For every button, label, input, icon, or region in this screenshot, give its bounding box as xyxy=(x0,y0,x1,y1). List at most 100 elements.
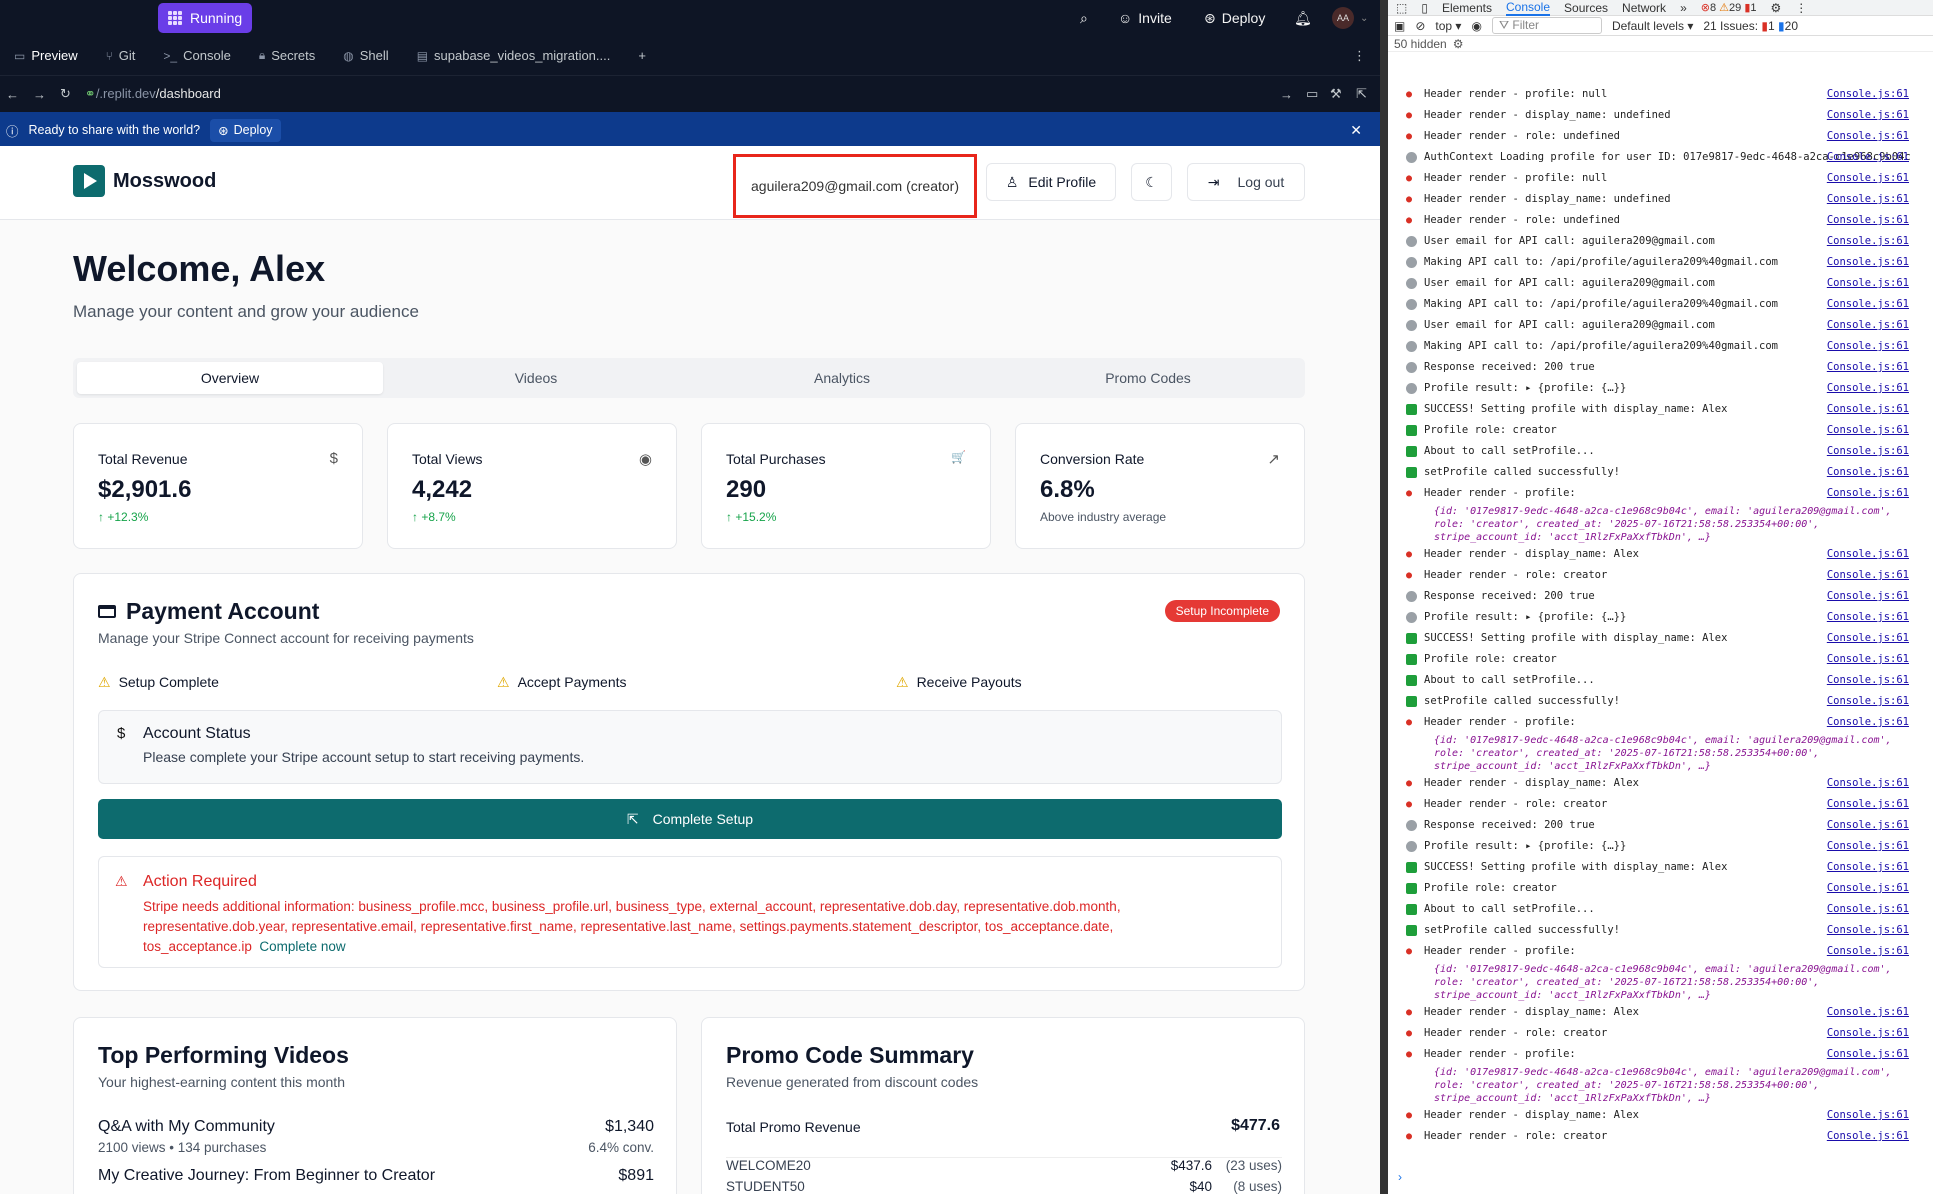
log-source-link[interactable]: Console.js:61 xyxy=(1827,1109,1909,1121)
log-source-link[interactable]: Console.js:61 xyxy=(1827,695,1909,707)
console-log-row[interactable]: {id: '017e9817-9edc-4648-a2ca-c1e968c9b0… xyxy=(1394,506,1929,548)
tab-elements[interactable]: Elements xyxy=(1442,1,1492,15)
console-log-row[interactable]: User email for API call: aguilera209@gma… xyxy=(1394,235,1929,252)
back-icon[interactable]: ← xyxy=(6,87,19,102)
log-source-link[interactable]: Console.js:61 xyxy=(1827,903,1909,915)
eye-icon[interactable]: ◉ xyxy=(1471,19,1481,33)
console-log-row[interactable]: AuthContext Loading profile for user ID:… xyxy=(1394,151,1929,168)
console-log-row[interactable]: {id: '017e9817-9edc-4648-a2ca-c1e968c9b0… xyxy=(1394,1066,1929,1109)
log-source-link[interactable]: Console.js:61 xyxy=(1827,548,1909,560)
complete-setup-button[interactable]: ⇱ Complete Setup xyxy=(98,799,1282,839)
log-source-link[interactable]: Console.js:61 xyxy=(1827,611,1909,623)
tab-analytics[interactable]: Analytics xyxy=(689,362,995,394)
tab-promo-codes[interactable]: Promo Codes xyxy=(995,362,1301,394)
log-source-link[interactable]: Console.js:61 xyxy=(1827,777,1909,789)
tab-videos[interactable]: Videos xyxy=(383,362,689,394)
console-log-row[interactable]: ● Header render - role: creator Console.js… xyxy=(1394,569,1929,586)
console-log-row[interactable]: ● Header render - role: undefined Console.… xyxy=(1394,130,1929,147)
console-log-row[interactable]: setProfile called successfully! Console.j… xyxy=(1394,466,1929,483)
console-log-row[interactable]: User email for API call: aguilera209@gma… xyxy=(1394,319,1929,336)
log-source-link[interactable]: Console.js:61 xyxy=(1827,109,1909,121)
log-source-link[interactable]: Console.js:61 xyxy=(1827,945,1909,957)
console-log-row[interactable]: ● Header render - display_name: Alex Conso… xyxy=(1394,1006,1929,1023)
more-menu-icon[interactable]: ⋮ xyxy=(1795,1,1807,15)
console-log-row[interactable]: Profile role: creator Console.js:61 xyxy=(1394,424,1929,441)
console-log-row[interactable]: ● Header render - display_name: Alex Conso… xyxy=(1394,777,1929,794)
tab-migration-file[interactable]: ▤ supabase_videos_migration.... xyxy=(403,36,625,76)
wrench-icon[interactable]: ⚒ xyxy=(1330,86,1342,102)
console-log-row[interactable]: SUCCESS! Setting profile with display_na… xyxy=(1394,403,1929,420)
invite-button[interactable]: ☺ Invite xyxy=(1118,0,1172,36)
console-prompt-icon[interactable]: › xyxy=(1398,1170,1402,1184)
console-log-row[interactable]: ● Header render - role: creator Console.js… xyxy=(1394,1130,1929,1147)
console-log-row[interactable]: ● Header render - profile: null Console.js… xyxy=(1394,172,1929,189)
log-source-link[interactable]: Console.js:61 xyxy=(1827,1048,1909,1060)
running-button[interactable]: Running xyxy=(158,3,253,33)
log-source-link[interactable]: Console.js:61 xyxy=(1827,569,1909,581)
log-source-link[interactable]: Console.js:61 xyxy=(1827,632,1909,644)
log-object[interactable]: {id: '017e9817-9edc-4648-a2ca-c1e968c9b0… xyxy=(1434,963,1904,1002)
avatar[interactable]: AA ⌄ xyxy=(1332,0,1368,36)
sidebar-toggle-icon[interactable]: ▣ xyxy=(1394,19,1405,33)
console-log-row[interactable]: ● Header render - role: creator Console.js… xyxy=(1394,1027,1929,1044)
log-source-link[interactable]: Console.js:61 xyxy=(1827,424,1909,436)
inspect-icon[interactable]: ⬚ xyxy=(1396,1,1407,15)
external-link-icon[interactable]: ⇱ xyxy=(1356,86,1367,102)
tab-git[interactable]: ⑂ Git xyxy=(92,36,150,76)
console-log-row[interactable]: ● Header render - display_name: Alex Conso… xyxy=(1394,548,1929,565)
settings-icon[interactable]: ⚙ xyxy=(1771,1,1782,15)
issues-button[interactable]: 21 Issues: ▮1 ▮20 xyxy=(1703,19,1798,33)
console-log-row[interactable]: SUCCESS! Setting profile with display_na… xyxy=(1394,632,1929,649)
tab-console[interactable]: >_ Console xyxy=(149,36,244,76)
log-object[interactable]: {id: '017e9817-9edc-4648-a2ca-c1e968c9b0… xyxy=(1434,1066,1904,1105)
console-log-row[interactable]: Profile role: creator Console.js:61 xyxy=(1394,882,1929,899)
device-toggle-icon[interactable]: ▯ xyxy=(1421,1,1428,15)
log-source-link[interactable]: Console.js:61 xyxy=(1827,1027,1909,1039)
console-log-row[interactable]: {id: '017e9817-9edc-4648-a2ca-c1e968c9b0… xyxy=(1394,735,1929,777)
devices-icon[interactable]: ▭ xyxy=(1306,86,1318,102)
log-source-link[interactable]: Console.js:61 xyxy=(1827,466,1909,478)
console-log-row[interactable]: Making API call to: /api/profile/aguiler… xyxy=(1394,298,1929,315)
close-icon[interactable]: ✕ xyxy=(1350,122,1362,139)
console-log-row[interactable]: About to call setProfile... Console.js:61 xyxy=(1394,445,1929,462)
console-log-row[interactable]: Making API call to: /api/profile/aguiler… xyxy=(1394,340,1929,357)
log-source-link[interactable]: Console.js:61 xyxy=(1827,88,1909,100)
log-source-link[interactable]: Console.js:61 xyxy=(1827,256,1909,268)
log-source-link[interactable]: Console.js:61 xyxy=(1827,840,1909,852)
log-source-link[interactable]: Console.js:61 xyxy=(1827,924,1909,936)
console-log-row[interactable]: {id: '017e9817-9edc-4648-a2ca-c1e968c9b0… xyxy=(1394,963,1929,1006)
log-source-link[interactable]: Console.js:61 xyxy=(1827,319,1909,331)
console-log-row[interactable]: setProfile called successfully! Console.j… xyxy=(1394,695,1929,712)
log-source-link[interactable]: Console.js:61 xyxy=(1827,361,1909,373)
log-source-link[interactable]: Console.js:61 xyxy=(1827,193,1909,205)
log-source-link[interactable]: Console.js:61 xyxy=(1827,151,1909,163)
log-source-link[interactable]: Console.js:61 xyxy=(1827,653,1909,665)
tab-console[interactable]: Console xyxy=(1505,0,1551,16)
brand-logo[interactable]: Mosswood xyxy=(73,165,216,197)
console-log-row[interactable]: ● Header render - profile: Console.js:61 xyxy=(1394,1048,1929,1065)
console-log-row[interactable]: ● Header render - role: creator Console.js… xyxy=(1394,798,1929,815)
log-source-link[interactable]: Console.js:61 xyxy=(1827,298,1909,310)
log-source-link[interactable]: Console.js:61 xyxy=(1827,798,1909,810)
log-source-link[interactable]: Console.js:61 xyxy=(1827,403,1909,415)
edit-profile-button[interactable]: ♙ Edit Profile xyxy=(986,163,1116,201)
more-tabs-icon[interactable]: » xyxy=(1680,1,1687,15)
forward-icon[interactable]: → xyxy=(33,87,46,102)
log-source-link[interactable]: Console.js:61 xyxy=(1827,716,1909,728)
tab-sources[interactable]: Sources xyxy=(1564,1,1608,15)
tab-shell[interactable]: ◍ Shell xyxy=(329,36,402,76)
console-log-row[interactable]: Profile result: ▸ {profile: {…}} Console.… xyxy=(1394,840,1929,857)
settings-icon[interactable]: ⚙ xyxy=(1453,37,1464,51)
console-log-row[interactable]: About to call setProfile... Console.js:61 xyxy=(1394,903,1929,920)
list-item[interactable]: Q&A with My Community 2100 views • 134 p… xyxy=(98,1118,654,1155)
log-source-link[interactable]: Console.js:61 xyxy=(1827,382,1909,394)
console-log-row[interactable]: Response received: 200 true Console.js:61 xyxy=(1394,361,1929,378)
theme-toggle-button[interactable]: ☾ xyxy=(1131,163,1172,201)
log-source-link[interactable]: Console.js:61 xyxy=(1827,674,1909,686)
log-source-link[interactable]: Console.js:61 xyxy=(1827,340,1909,352)
filter-input[interactable]: ⛛ Filter xyxy=(1491,17,1602,34)
console-log-row[interactable]: ● Header render - display_name: undefined… xyxy=(1394,109,1929,126)
log-source-link[interactable]: Console.js:61 xyxy=(1827,235,1909,247)
log-source-link[interactable]: Console.js:61 xyxy=(1827,172,1909,184)
banner-deploy-button[interactable]: ⊛ Deploy xyxy=(210,118,281,142)
